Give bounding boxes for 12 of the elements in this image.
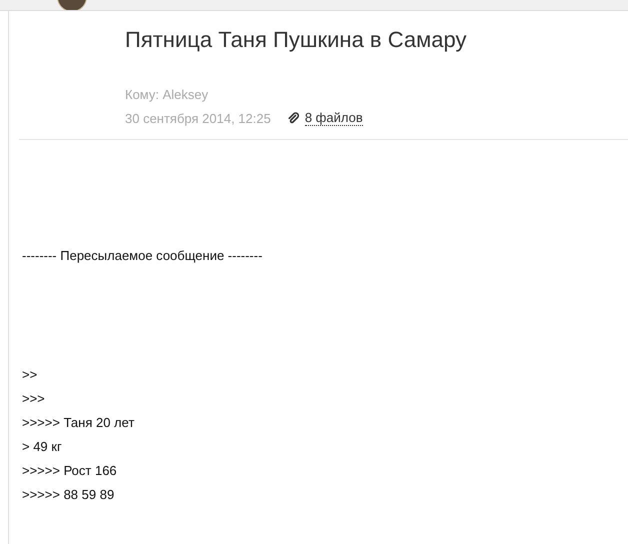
quoted-line: >>>>> Рост 166 — [22, 463, 118, 478]
quoted-line: >> — [22, 367, 38, 382]
message-subject: Пятница Таня Пушкина в Самару — [125, 27, 466, 54]
quoted-line: >>>>> 88 59 89 — [22, 487, 116, 502]
attachments-link[interactable]: 8 файлов — [304, 110, 363, 126]
quoted-line: >>>>> Таня 20 лет — [22, 415, 136, 430]
recipient-text: Кому: Aleksey — [125, 87, 210, 102]
quoted-line: > 49 кг — [22, 439, 63, 454]
paperclip-icon — [286, 112, 299, 124]
message-date: 30 сентября 2014, 12:25 — [125, 110, 271, 126]
forwarded-header: -------- Пересылаемое сообщение -------- — [22, 248, 264, 263]
quoted-line: >>> — [22, 391, 46, 406]
